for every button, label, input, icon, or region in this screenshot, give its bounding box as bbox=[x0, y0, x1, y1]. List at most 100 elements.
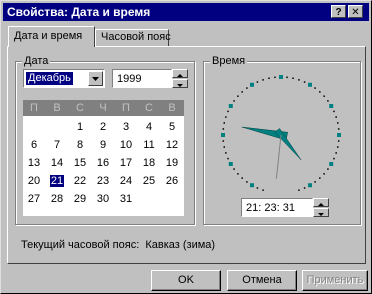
hour-mark bbox=[221, 133, 225, 137]
minute-mark bbox=[237, 173, 239, 175]
hour-mark bbox=[337, 133, 341, 137]
hour-mark bbox=[228, 104, 233, 108]
arrow-down-icon bbox=[318, 213, 324, 216]
cancel-button[interactable]: Отмена bbox=[227, 270, 297, 291]
title-bar: Свойства: Дата и время ? ✕ bbox=[3, 3, 369, 21]
month-select[interactable]: Декабрь bbox=[23, 69, 105, 88]
minute-mark bbox=[292, 77, 294, 80]
time-value: 21: 23: 31 bbox=[246, 202, 295, 214]
minute-mark bbox=[227, 110, 229, 113]
minute-mark bbox=[262, 189, 264, 191]
calendar-day[interactable]: 29 bbox=[69, 193, 91, 205]
calendar-day[interactable]: 31 bbox=[115, 193, 137, 205]
calendar-day[interactable]: 23 bbox=[92, 175, 114, 187]
calendar-day[interactable]: 1 bbox=[69, 121, 91, 133]
help-button[interactable]: ? bbox=[331, 5, 346, 18]
minute-mark bbox=[274, 76, 276, 79]
year-spinner[interactable] bbox=[172, 69, 188, 88]
hour-mark bbox=[329, 104, 334, 108]
arrow-up-icon bbox=[177, 74, 183, 77]
weekday-label: П bbox=[122, 102, 130, 114]
year-down-button[interactable] bbox=[172, 79, 188, 88]
minute-mark bbox=[268, 77, 270, 80]
minute-mark bbox=[314, 87, 316, 89]
calendar-day[interactable]: 9 bbox=[92, 139, 114, 151]
weekday-label: С bbox=[76, 102, 84, 114]
tab-timezone[interactable]: Часовой пояс bbox=[95, 29, 171, 46]
calendar-day[interactable]: 13 bbox=[23, 157, 45, 169]
calendar-day[interactable]: 8 bbox=[69, 139, 91, 151]
weekday-label: В bbox=[168, 102, 176, 114]
minute-mark bbox=[241, 91, 243, 93]
minute-mark bbox=[222, 128, 225, 130]
minute-mark bbox=[246, 181, 248, 183]
window-title: Свойства: Дата и время bbox=[7, 5, 151, 19]
calendar-day[interactable]: 25 bbox=[138, 175, 160, 187]
minute-mark bbox=[241, 177, 243, 179]
calendar-day[interactable]: 18 bbox=[138, 157, 160, 169]
properties-window: Свойства: Дата и время ? ✕ Дата и время … bbox=[0, 0, 372, 294]
calendar-day[interactable]: 28 bbox=[46, 193, 68, 205]
tab-date-time[interactable]: Дата и время bbox=[8, 26, 95, 47]
minute-mark bbox=[336, 122, 339, 124]
calendar-weekday-header: ПВСЧПСВ bbox=[23, 100, 184, 116]
calendar-day[interactable]: 3 bbox=[115, 121, 137, 133]
time-group-label: Время bbox=[210, 55, 248, 67]
minute-mark bbox=[225, 152, 227, 154]
calendar-day[interactable]: 4 bbox=[138, 121, 160, 133]
time-field[interactable]: 21: 23: 31 bbox=[241, 198, 313, 217]
year-up-button[interactable] bbox=[172, 69, 188, 78]
minute-mark bbox=[336, 146, 339, 148]
time-spinner[interactable] bbox=[313, 198, 329, 217]
calendar-day[interactable]: 19 bbox=[161, 157, 183, 169]
minute-mark bbox=[303, 187, 306, 189]
minute-mark bbox=[233, 100, 235, 102]
calendar-day-selected[interactable]: 21 bbox=[50, 175, 64, 187]
calendar-day[interactable]: 14 bbox=[46, 157, 68, 169]
minute-mark bbox=[225, 116, 227, 118]
minute-mark bbox=[327, 100, 329, 102]
ok-button[interactable]: OK bbox=[151, 270, 221, 291]
time-down-button[interactable] bbox=[313, 208, 329, 217]
hour-mark bbox=[308, 82, 312, 87]
hour-mark bbox=[250, 82, 254, 87]
minute-mark bbox=[314, 181, 316, 183]
minute-mark bbox=[319, 177, 321, 179]
calendar-day[interactable]: 24 bbox=[115, 175, 137, 187]
calendar-day[interactable]: 10 bbox=[115, 139, 137, 151]
calendar-day[interactable]: 15 bbox=[69, 157, 91, 169]
weekday-label: Ч bbox=[99, 102, 107, 114]
minute-mark bbox=[256, 81, 259, 83]
weekday-label: С bbox=[145, 102, 153, 114]
calendar-day[interactable]: 27 bbox=[23, 193, 45, 205]
minute-mark bbox=[256, 187, 259, 189]
minute-mark bbox=[337, 140, 340, 142]
minute-mark bbox=[323, 173, 325, 175]
year-field[interactable]: 1999 bbox=[112, 69, 172, 88]
calendar-day[interactable]: 30 bbox=[92, 193, 114, 205]
calendar-day[interactable]: 7 bbox=[46, 139, 68, 151]
calendar-day[interactable]: 17 bbox=[115, 157, 137, 169]
minute-mark bbox=[298, 79, 300, 81]
calendar-day[interactable]: 2 bbox=[92, 121, 114, 133]
calendar-day[interactable]: 16 bbox=[92, 157, 114, 169]
calendar-day[interactable]: 22 bbox=[69, 175, 91, 187]
minute-mark bbox=[333, 110, 335, 113]
hour-mark bbox=[250, 183, 254, 188]
hour-mark bbox=[329, 162, 334, 166]
calendar-day[interactable]: 5 bbox=[161, 121, 183, 133]
minute-mark bbox=[223, 122, 226, 124]
calendar-day[interactable]: 6 bbox=[23, 139, 45, 151]
month-dropdown-button[interactable] bbox=[88, 71, 103, 86]
hour-mark bbox=[228, 162, 233, 166]
calendar-day[interactable]: 20 bbox=[23, 175, 45, 187]
apply-button[interactable]: Применить bbox=[302, 270, 368, 291]
minute-mark bbox=[298, 189, 300, 191]
analog-clock bbox=[221, 75, 341, 191]
calendar-day[interactable]: 11 bbox=[138, 139, 160, 151]
calendar-day[interactable]: 26 bbox=[161, 175, 183, 187]
time-up-button[interactable] bbox=[313, 198, 329, 207]
calendar-day[interactable]: 12 bbox=[161, 139, 183, 151]
date-group-label: Дата bbox=[22, 55, 51, 67]
close-button[interactable]: ✕ bbox=[348, 5, 363, 18]
